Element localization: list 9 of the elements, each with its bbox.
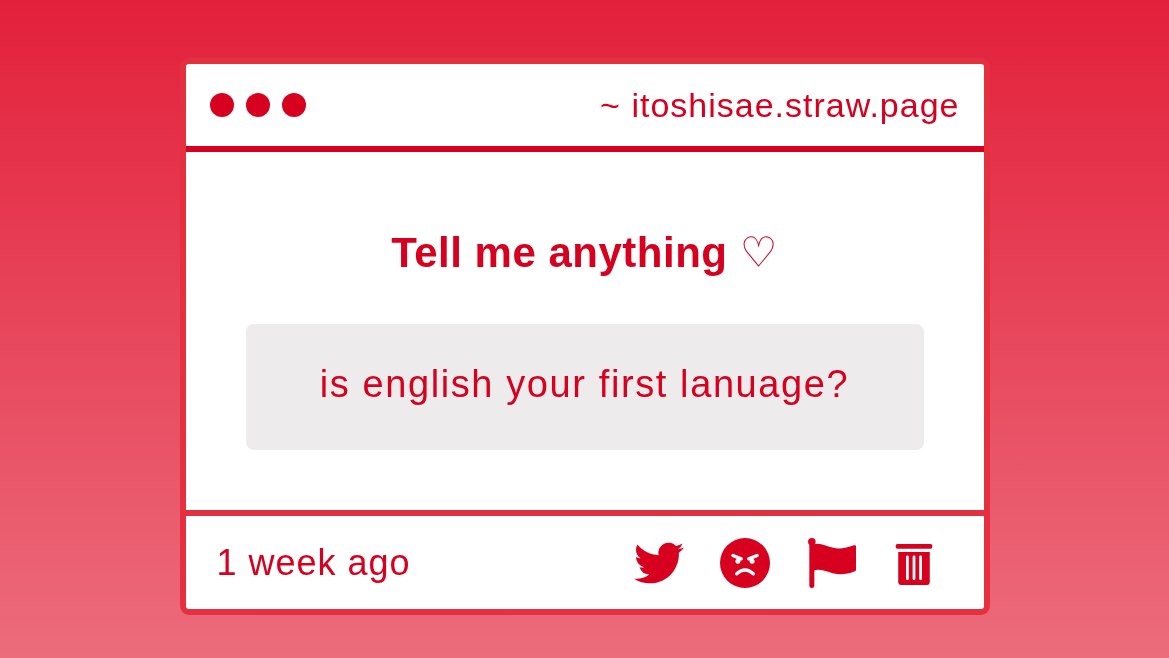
prompt-title: Tell me anything ♡ [391, 228, 778, 278]
window-dot-icon [245, 93, 270, 117]
question-message: is english your first lanuage? [245, 324, 924, 450]
page-url: ~ itoshisae.straw.page [600, 84, 960, 126]
timestamp: 1 week ago [216, 540, 411, 585]
window-dot-icon [209, 93, 234, 117]
flag-icon[interactable] [805, 537, 856, 588]
window-dot-icon [281, 93, 306, 117]
angry-face-icon[interactable] [719, 537, 770, 588]
